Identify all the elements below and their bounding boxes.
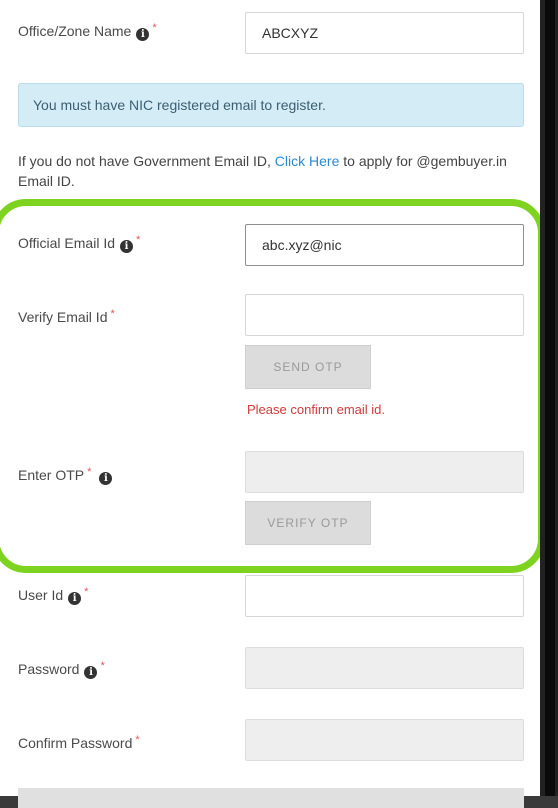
registration-form: Office/Zone Name i* ABCXYZ You must have … (0, 0, 545, 808)
password-label: Password i* (18, 660, 105, 679)
info-icon[interactable]: i (84, 666, 98, 679)
info-icon[interactable]: i (68, 592, 82, 605)
required-marker: * (135, 734, 140, 746)
office-zone-label: Office/Zone Name i* (18, 22, 157, 41)
scrollbar-track[interactable] (545, 0, 555, 796)
required-marker: * (100, 660, 105, 672)
required-marker: * (84, 586, 89, 598)
nic-email-alert: You must have NIC registered email to re… (18, 83, 524, 127)
password-input[interactable] (245, 647, 524, 689)
highlight-annotation (0, 199, 545, 573)
confirm-password-label: Confirm Password * (18, 734, 140, 751)
notice-text: If you do not have Government Email ID, (18, 153, 271, 169)
gov-email-notice: If you do not have Government Email ID, … (18, 151, 518, 191)
user-id-label: User Id i* (18, 586, 89, 605)
confirm-password-input[interactable] (245, 719, 524, 761)
info-icon[interactable]: i (136, 28, 150, 41)
office-zone-label-text: Office/Zone Name (18, 23, 132, 39)
click-here-link[interactable]: Click Here (275, 153, 340, 169)
required-marker: * (152, 22, 157, 34)
password-label-text: Password (18, 661, 80, 677)
office-zone-input[interactable]: ABCXYZ (245, 12, 524, 54)
submit-button[interactable] (18, 788, 524, 808)
confirm-password-label-text: Confirm Password (18, 735, 133, 751)
user-id-input[interactable] (245, 575, 524, 617)
user-id-label-text: User Id (18, 587, 64, 603)
